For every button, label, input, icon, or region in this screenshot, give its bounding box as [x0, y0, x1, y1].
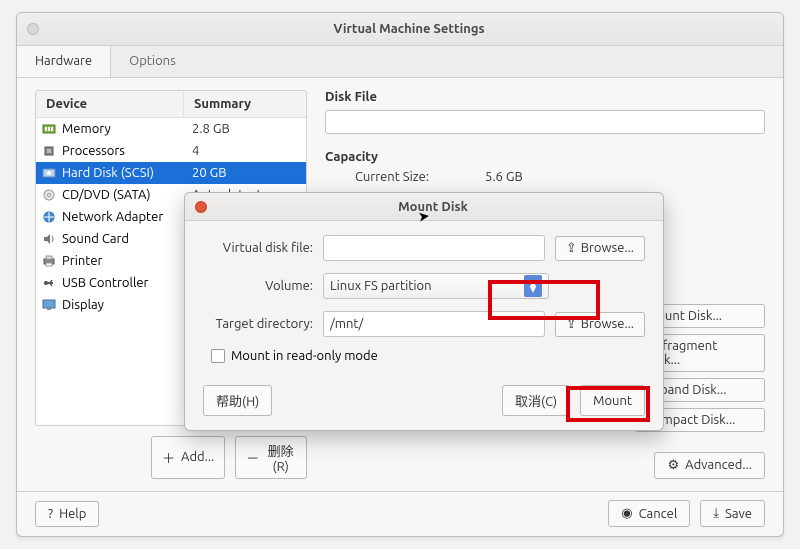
main-titlebar: Virtual Machine Settings	[17, 13, 783, 46]
readonly-label: Mount in read-only mode	[231, 349, 378, 363]
modal-title: Mount Disk	[213, 200, 653, 214]
printer-icon	[42, 255, 56, 267]
device-name: Sound Card	[62, 232, 129, 246]
save-icon: ⤓	[713, 506, 719, 521]
memory-icon	[42, 123, 56, 135]
cancel-button[interactable]: ◉ Cancel	[608, 500, 690, 527]
device-name: USB Controller	[62, 276, 148, 290]
current-size-label: Current Size:	[355, 170, 465, 184]
disk-icon	[42, 167, 56, 179]
device-name: Network Adapter	[62, 210, 163, 224]
volume-row: Volume: Linux FS partition ▴▾	[203, 273, 645, 299]
modal-cancel-button[interactable]: 取消(C)	[502, 385, 570, 416]
modal-mount-button[interactable]: Mount	[580, 385, 645, 416]
plus-icon: ＋	[162, 448, 175, 467]
network-icon	[42, 211, 56, 223]
target-browse-button[interactable]: ⇪ Browse...	[555, 312, 645, 337]
mount-disk-dialog: Mount Disk Virtual disk file: ⇪ Browse...…	[184, 192, 664, 431]
browse-label-1: Browse...	[581, 241, 634, 255]
help-label: Help	[59, 507, 86, 521]
device-name: Memory	[62, 122, 111, 136]
device-summary: 20 GB	[184, 166, 306, 180]
close-icon[interactable]	[195, 201, 207, 213]
upload-icon: ⇪	[566, 317, 577, 332]
display-icon	[42, 299, 56, 311]
device-name: Display	[62, 298, 104, 312]
volume-select[interactable]: Linux FS partition ▴▾	[323, 273, 549, 299]
target-input[interactable]	[323, 311, 545, 337]
chevron-updown-icon: ▴▾	[524, 275, 542, 297]
tab-bar: Hardware Options	[17, 46, 783, 77]
advanced-row: ⚙ Advanced...	[325, 452, 765, 479]
save-label: Save	[725, 507, 752, 521]
remove-device-button[interactable]: － 删除(R)	[235, 436, 307, 479]
col-device[interactable]: Device	[36, 91, 184, 117]
volume-label: Volume:	[203, 279, 313, 293]
device-summary: 4	[184, 144, 306, 158]
capacity-section-label: Capacity	[325, 150, 765, 164]
cancel-icon: ◉	[621, 506, 632, 521]
target-label: Target directory:	[203, 317, 313, 331]
bottom-bar: ? Help ◉ Cancel ⤓ Save	[17, 491, 783, 536]
current-size-value: 5.6 GB	[485, 170, 523, 184]
add-label: Add...	[181, 450, 214, 464]
modal-titlebar: Mount Disk	[185, 193, 663, 221]
capacity-row: Current Size: 5.6 GB	[325, 170, 765, 184]
advanced-button[interactable]: ⚙ Advanced...	[654, 452, 765, 479]
device-name: Processors	[62, 144, 125, 158]
device-table-header: Device Summary	[36, 91, 306, 118]
device-summary: 2.8 GB	[184, 122, 306, 136]
target-row: Target directory: ⇪ Browse...	[203, 311, 645, 337]
col-summary[interactable]: Summary	[184, 91, 306, 117]
device-row-memory[interactable]: Memory 2.8 GB	[36, 118, 306, 140]
tab-options[interactable]: Options	[111, 46, 194, 76]
vdisk-browse-button[interactable]: ⇪ Browse...	[555, 236, 645, 261]
device-row-processors[interactable]: Processors 4	[36, 140, 306, 162]
save-button[interactable]: ⤓ Save	[700, 500, 765, 527]
device-buttons: ＋ Add... － 删除(R)	[151, 436, 307, 479]
modal-footer: 帮助(H) 取消(C) Mount	[185, 375, 663, 430]
cd-icon	[42, 189, 56, 201]
sound-icon	[42, 233, 56, 245]
readonly-checkbox[interactable]	[211, 349, 225, 363]
cancel-label: Cancel	[639, 507, 678, 521]
minus-icon: －	[246, 448, 259, 467]
add-device-button[interactable]: ＋ Add...	[151, 436, 225, 479]
readonly-row: Mount in read-only mode	[203, 349, 645, 363]
advanced-label: Advanced...	[685, 458, 752, 472]
window-control-dot[interactable]	[27, 23, 39, 35]
modal-help-button[interactable]: 帮助(H)	[203, 385, 272, 416]
cpu-icon	[42, 145, 56, 157]
upload-icon: ⇪	[566, 241, 577, 256]
vdisk-label: Virtual disk file:	[203, 241, 313, 255]
device-name: CD/DVD (SATA)	[62, 188, 151, 202]
device-name: Hard Disk (SCSI)	[62, 166, 154, 180]
device-name: Printer	[62, 254, 102, 268]
help-icon: ?	[48, 507, 53, 521]
disk-file-section-label: Disk File	[325, 90, 765, 104]
device-row-hard-disk-scsi-[interactable]: Hard Disk (SCSI) 20 GB	[36, 162, 306, 184]
help-button[interactable]: ? Help	[35, 501, 99, 527]
disk-file-input[interactable]	[325, 110, 765, 134]
remove-label: 删除(R)	[265, 441, 296, 474]
vdisk-row: Virtual disk file: ⇪ Browse...	[203, 235, 645, 261]
tab-hardware[interactable]: Hardware	[17, 46, 111, 76]
modal-body: Virtual disk file: ⇪ Browse... Volume: Li…	[185, 221, 663, 375]
usb-icon	[42, 277, 56, 289]
browse-label-2: Browse...	[581, 317, 634, 331]
gear-icon: ⚙	[667, 458, 679, 473]
vdisk-input[interactable]	[323, 235, 545, 261]
volume-value: Linux FS partition	[330, 279, 432, 293]
window-title: Virtual Machine Settings	[45, 22, 773, 36]
